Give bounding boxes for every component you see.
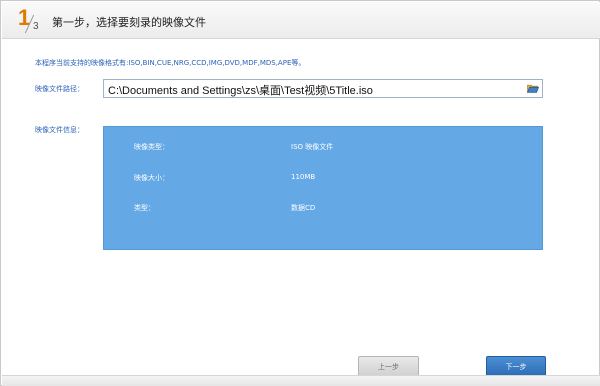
- image-path-field[interactable]: C:\Documents and Settings\zs\桌面\Test视频\5…: [103, 79, 543, 98]
- image-path-label: 映像文件路径：: [35, 85, 84, 93]
- wizard-header: 1 3 第一步，选择要刻录的映像文件: [2, 2, 600, 39]
- info-type-value: ISO 映像文件: [291, 143, 334, 151]
- info-kind-key: 类型：: [134, 204, 155, 212]
- wizard-window: 1 3 第一步，选择要刻录的映像文件 本程序当前支持的映像格式有:ISO,BIN…: [0, 0, 600, 386]
- folder-open-icon[interactable]: [527, 84, 539, 93]
- info-kind-value: 数据CD: [291, 204, 316, 212]
- page-title: 第一步，选择要刻录的映像文件: [52, 16, 206, 29]
- supported-formats-note: 本程序当前支持的映像格式有:ISO,BIN,CUE,NRG,CCD,IMG,DV…: [35, 59, 306, 67]
- image-info-label: 映像文件信息：: [35, 126, 84, 134]
- footer-bar: [2, 375, 600, 386]
- info-size-value: 110MB: [291, 173, 316, 181]
- info-size-key: 映像大小：: [134, 174, 169, 182]
- image-info-panel: 映像类型： ISO 映像文件 映像大小： 110MB 类型： 数据CD: [103, 126, 543, 250]
- info-type-key: 映像类型：: [134, 143, 169, 151]
- image-path-value[interactable]: C:\Documents and Settings\zs\桌面\Test视频\5…: [108, 82, 373, 98]
- step-total: 3: [33, 21, 39, 32]
